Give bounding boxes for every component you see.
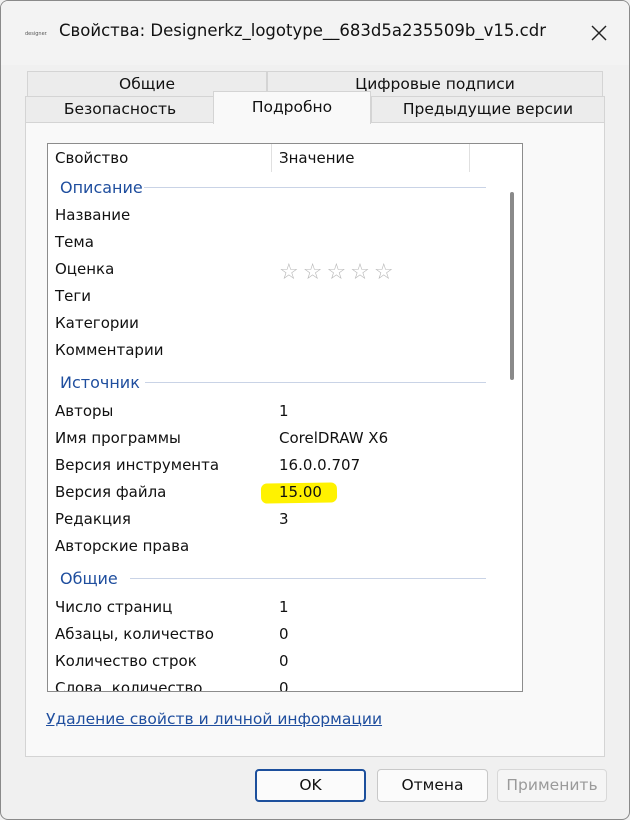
properties-list[interactable]: Свойство Значение Описание Название Тема… bbox=[47, 143, 523, 692]
properties-dialog: designer.kz Свойства: Designerkz_logotyp… bbox=[0, 0, 630, 820]
tab-strip: Общие Цифровые подписи Безопасность Подр… bbox=[25, 69, 605, 124]
scrollbar-thumb[interactable] bbox=[510, 192, 514, 380]
close-button[interactable] bbox=[585, 19, 613, 47]
list-item-value: 3 bbox=[279, 510, 289, 528]
list-item-value: 1 bbox=[279, 402, 289, 420]
list-item-value: 15.00 bbox=[279, 483, 322, 501]
list-item-value: 0 bbox=[279, 625, 289, 643]
list-item-value: CorelDRAW X6 bbox=[279, 429, 389, 447]
list-item[interactable]: Тема bbox=[55, 233, 94, 251]
close-icon bbox=[591, 25, 607, 41]
app-icon: designer.kz bbox=[25, 31, 47, 37]
list-item[interactable]: Авторы bbox=[55, 402, 113, 420]
apply-button[interactable]: Применить bbox=[497, 769, 607, 802]
list-item[interactable]: Редакция bbox=[55, 510, 131, 528]
tab-details[interactable]: Подробно bbox=[213, 91, 371, 124]
cancel-button[interactable]: Отмена bbox=[377, 769, 488, 802]
tab-previous-versions[interactable]: Предыдущие версии bbox=[371, 96, 605, 123]
list-item-value: 16.0.0.707 bbox=[279, 456, 361, 474]
list-item-value: 0 bbox=[279, 679, 289, 692]
list-item[interactable]: Слова, количество bbox=[55, 679, 202, 691]
column-header-value[interactable]: Значение bbox=[272, 144, 470, 172]
group-divider bbox=[145, 382, 486, 383]
window-title: Свойства: Designerkz_logotype__683d5a235… bbox=[59, 21, 546, 40]
group-heading-origin: Источник bbox=[60, 373, 140, 392]
list-item[interactable]: Категории bbox=[55, 314, 139, 332]
group-divider bbox=[144, 187, 486, 188]
list-item[interactable]: Абзацы, количество bbox=[55, 625, 214, 643]
list-item[interactable]: Теги bbox=[55, 287, 91, 305]
list-item[interactable]: Название bbox=[55, 206, 130, 224]
list-item[interactable]: Число страниц bbox=[55, 598, 172, 616]
list-item-value: 0 bbox=[279, 652, 289, 670]
group-divider bbox=[130, 578, 486, 579]
remove-properties-link[interactable]: Удаление свойств и личной информации bbox=[46, 710, 382, 728]
ok-button[interactable]: OK bbox=[255, 769, 366, 802]
title-bar: designer.kz Свойства: Designerkz_logotyp… bbox=[1, 1, 629, 65]
list-item[interactable]: Версия инструмента bbox=[55, 456, 219, 474]
tab-security[interactable]: Безопасность bbox=[25, 96, 215, 123]
column-header-property[interactable]: Свойство bbox=[48, 144, 272, 172]
list-item[interactable]: Версия файла bbox=[55, 483, 166, 501]
list-item[interactable]: Имя программы bbox=[55, 429, 181, 447]
group-heading-general: Общие bbox=[60, 569, 118, 588]
list-item[interactable]: Комментарии bbox=[55, 341, 163, 359]
details-panel: Свойство Значение Описание Название Тема… bbox=[25, 122, 605, 757]
list-item-value: 1 bbox=[279, 598, 289, 616]
list-item[interactable]: Количество строк bbox=[55, 652, 197, 670]
group-heading-description: Описание bbox=[60, 178, 143, 197]
list-scrollbar[interactable] bbox=[502, 144, 522, 691]
list-item[interactable]: Авторские права bbox=[55, 537, 189, 555]
list-header: Свойство Значение bbox=[48, 144, 522, 172]
list-item[interactable]: Оценка bbox=[55, 260, 114, 278]
rating-stars[interactable]: ☆☆☆☆☆ bbox=[279, 260, 398, 285]
